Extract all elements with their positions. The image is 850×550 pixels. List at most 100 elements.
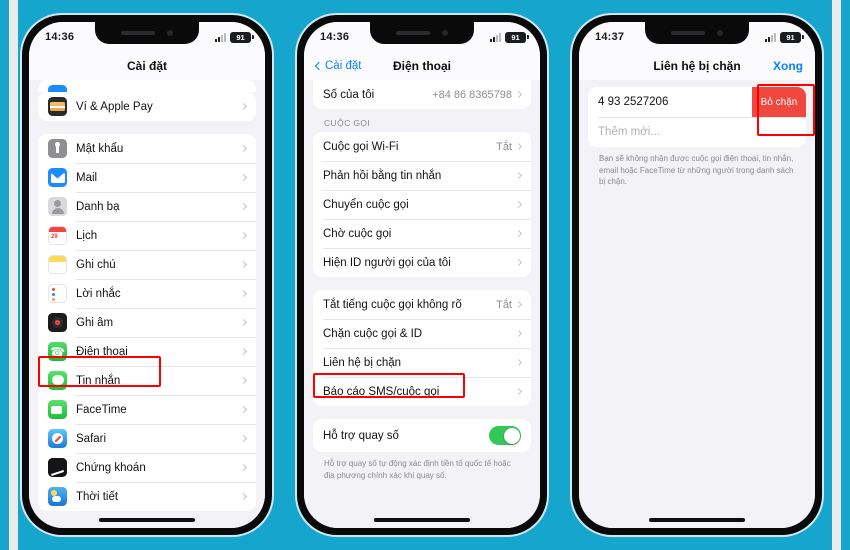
list-item-safari[interactable]: Safari (38, 424, 256, 453)
passwords-icon (48, 139, 67, 158)
list-item-respond-with-text[interactable]: Phản hồi bằng tin nhắn (313, 161, 531, 190)
back-button-label: Cài đặt (325, 60, 362, 72)
page-title: Cài đặt (126, 59, 167, 73)
calendar-icon: 29 (48, 226, 67, 245)
chevron-right-icon (514, 300, 523, 309)
list-item-messages[interactable]: Tin nhắn (38, 366, 256, 395)
list-item-passwords[interactable]: Mật khẩu (38, 134, 256, 163)
chevron-right-icon (514, 200, 523, 209)
notch (645, 22, 749, 44)
list-item-label: Lịch (76, 229, 98, 242)
unblock-button[interactable]: Bỏ chặn (752, 87, 806, 117)
list-item-weather[interactable]: Thời tiết (38, 482, 256, 511)
battery-icon: 91 (230, 31, 254, 43)
chevron-right-icon (239, 202, 248, 211)
list-item-label: Mật khẩu (76, 142, 124, 155)
done-button[interactable]: Xong (773, 59, 803, 73)
dial-assist-toggle[interactable] (489, 426, 521, 445)
chevron-right-icon (239, 318, 248, 327)
list-item-label: Mail (76, 171, 98, 184)
notes-icon (48, 255, 67, 274)
list-item-facetime[interactable]: FaceTime (38, 395, 256, 424)
list-item-silence-unknown-callers[interactable]: Tắt tiếng cuộc gọi không rõ Tắt (313, 290, 531, 319)
blocked-contacts-list[interactable]: 4 93 2527206 Bỏ chặn Thêm mới... Bạn sẽ … (579, 80, 815, 528)
phone-icon: ☎ (48, 342, 67, 361)
list-item-call-blocking-id[interactable]: Chặn cuộc gọi & ID (313, 319, 531, 348)
list-item-my-number[interactable]: Số của tôi +84 86 8365798 (313, 80, 531, 109)
list-item-label: Tắt tiếng cuộc gọi không rõ (323, 298, 462, 311)
status-right: 91 (490, 31, 529, 43)
stocks-icon (48, 458, 67, 477)
chevron-right-icon (514, 171, 523, 180)
status-time: 14:36 (320, 31, 350, 43)
list-item-reminders[interactable]: Lời nhắc (38, 279, 256, 308)
cellular-signal-icon (490, 32, 501, 42)
cellular-signal-icon (215, 32, 226, 42)
blocked-number: 4 93 2527206 (598, 96, 669, 108)
list-item[interactable]: Ví & Apple Pay (38, 92, 256, 121)
back-button[interactable]: Cài đặt (314, 60, 362, 72)
list-item-sms-call-reporting[interactable]: Báo cáo SMS/cuộc gọi (313, 377, 531, 406)
list-item-phone[interactable]: ☎ Điện thoại (38, 337, 256, 366)
cellular-signal-icon (765, 32, 776, 42)
list-item-mail[interactable]: Mail (38, 163, 256, 192)
list-item-label: Số của tôi (323, 88, 375, 101)
chevron-right-icon (239, 144, 248, 153)
list-item-stocks[interactable]: Chứng khoán (38, 453, 256, 482)
list-item-label: Hiện ID người gọi của tôi (323, 256, 451, 269)
front-camera-icon (717, 29, 723, 36)
settings-group-wallet: Ví & Apple Pay (38, 92, 256, 121)
speaker-grille (671, 30, 705, 35)
list-item-value: Tắt (496, 298, 512, 311)
phone-settings-list[interactable]: Số của tôi +84 86 8365798 CUỘC GỌI Cuộc … (304, 80, 540, 528)
table-row[interactable]: 4 93 2527206 Bỏ chặn (588, 87, 806, 117)
chevron-right-icon (514, 142, 523, 151)
chevron-right-icon (239, 434, 248, 443)
list-item-calendar[interactable]: 29 Lịch (38, 221, 256, 250)
chevron-right-icon (514, 358, 523, 367)
list-item-label: Hỗ trợ quay số (323, 429, 399, 442)
front-camera-icon (167, 29, 173, 36)
right-edge-strip (832, 0, 841, 550)
chevron-right-icon (239, 376, 248, 385)
chevron-right-icon (239, 173, 248, 182)
left-edge-strip (9, 0, 18, 550)
nav-bar: Cài đặt Điện thoại (304, 52, 540, 80)
list-item-dial-assist[interactable]: Hỗ trợ quay số (313, 419, 531, 452)
battery-icon: 91 (780, 31, 804, 43)
chevron-right-icon (239, 289, 248, 298)
chevron-right-icon (239, 102, 248, 111)
list-item-voice-memos[interactable]: Ghi âm (38, 308, 256, 337)
phone-1-settings: 14:36 91 Cài đặt Ví & Apple Pay Mật khẩu… (22, 15, 272, 535)
add-new-row[interactable]: Thêm mới... (588, 117, 806, 147)
phone-2-screen: 14:36 91 Cài đặt Điện thoại Số của tôi +… (304, 22, 540, 528)
facetime-icon (48, 400, 67, 419)
list-item-label: Lời nhắc (76, 287, 121, 300)
list-item-label: Chứng khoán (76, 461, 146, 474)
messages-icon (48, 371, 67, 390)
settings-list[interactable]: Ví & Apple Pay Mật khẩu Mail Danh bạ 29 … (29, 80, 265, 528)
list-item-notes[interactable]: Ghi chú (38, 250, 256, 279)
chevron-right-icon (239, 405, 248, 414)
list-item-show-caller-id[interactable]: Hiện ID người gọi của tôi (313, 248, 531, 277)
top-spacer (579, 80, 815, 87)
home-indicator (99, 518, 195, 522)
list-item-blocked-contacts[interactable]: Liên hệ bị chặn (313, 348, 531, 377)
list-item-value: Tắt (496, 140, 512, 153)
nav-bar: Cài đặt (29, 52, 265, 80)
list-item-call-waiting[interactable]: Chờ cuộc gọi (313, 219, 531, 248)
voice-memos-icon (48, 313, 67, 332)
list-item-wifi-calling[interactable]: Cuộc gọi Wi-Fi Tắt (313, 132, 531, 161)
status-time: 14:37 (595, 31, 625, 43)
chevron-right-icon (514, 329, 523, 338)
list-item-contacts[interactable]: Danh bạ (38, 192, 256, 221)
add-new-placeholder: Thêm mới... (598, 126, 660, 138)
list-item-call-forwarding[interactable]: Chuyển cuộc gọi (313, 190, 531, 219)
list-item-label: Ghi chú (76, 258, 116, 271)
chevron-right-icon (514, 258, 523, 267)
list-item-label: Chuyển cuộc gọi (323, 198, 409, 211)
chevron-right-icon (239, 463, 248, 472)
notch (370, 22, 474, 44)
